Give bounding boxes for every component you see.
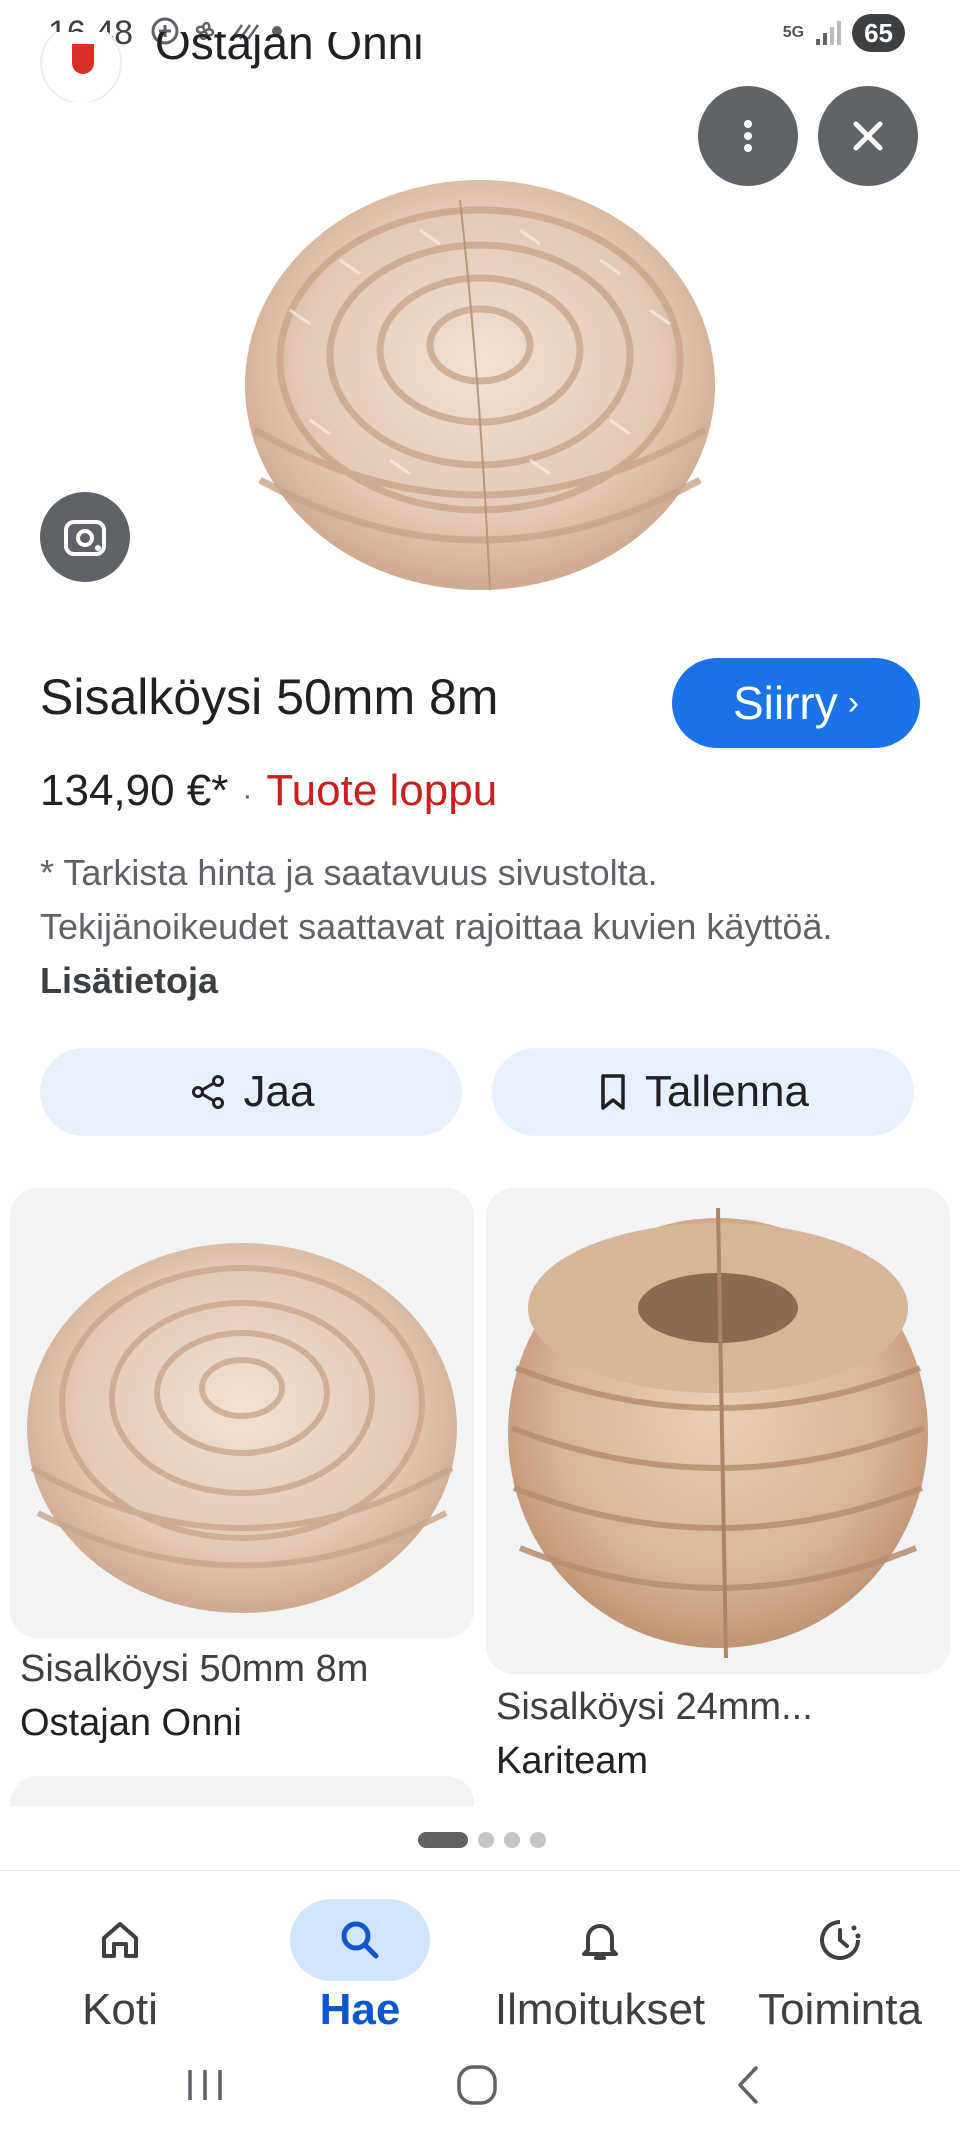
status-right: 5G 65 <box>783 14 905 52</box>
related-card[interactable]: Sisalköysi 24mm... Kariteam <box>486 1188 950 1788</box>
close-icon <box>853 121 883 151</box>
product-price: 134,90 €* <box>40 766 229 815</box>
search-icon <box>341 1921 379 1959</box>
share-icon <box>191 1075 224 1109</box>
activity-icon <box>820 1920 861 1960</box>
page-dot <box>530 1832 546 1848</box>
page-dot <box>504 1832 520 1848</box>
related-card-partial[interactable] <box>10 1776 474 1806</box>
pagination-indicator <box>418 1832 546 1848</box>
nav-item-activity[interactable]: Toiminta <box>720 1871 960 2041</box>
home-icon <box>102 1922 138 1958</box>
disclaimer-text: * Tarkista hinta ja saatavuus sivustolta… <box>40 846 900 1008</box>
bell-icon <box>582 1924 618 1960</box>
share-button[interactable]: Jaa <box>40 1048 462 1136</box>
more-info-link[interactable]: Lisätietoja <box>40 960 218 1001</box>
nav-item-notifications[interactable]: Ilmoitukset <box>480 1871 720 2041</box>
related-card-image <box>486 1188 950 1674</box>
product-title: Sisalköysi 50mm 8m <box>40 669 499 725</box>
signal-icon <box>816 21 842 45</box>
separator-dot: · <box>242 779 253 812</box>
battery-indicator: 65 <box>852 14 905 52</box>
source-logo <box>40 32 122 102</box>
lens-button[interactable] <box>40 492 130 582</box>
related-card-source: Kariteam <box>496 1740 649 1782</box>
nav-icon-container <box>290 1899 430 1981</box>
source-name: Ostajan Onni <box>155 32 424 69</box>
nav-item-home[interactable]: Koti <box>0 1871 240 2041</box>
recent-apps-icon[interactable] <box>180 2060 230 2110</box>
related-card-source: Ostajan Onni <box>20 1702 242 1744</box>
nav-item-search[interactable]: Hae <box>240 1871 480 2041</box>
bottom-navigation: Koti Hae Ilmoitukset Toiminta <box>0 1870 960 2040</box>
related-card-title: Sisalköysi 50mm 8m <box>20 1648 369 1690</box>
stock-status: Tuote loppu <box>266 766 498 815</box>
source-header[interactable]: Ostajan Onni <box>40 32 540 102</box>
nav-label-home: Koti <box>82 1985 158 2034</box>
back-icon[interactable] <box>724 2060 774 2110</box>
save-label: Tallenna <box>645 1067 809 1116</box>
visit-button[interactable]: Siirry › <box>672 658 920 748</box>
more-vert-icon <box>744 120 752 152</box>
page-dot-active <box>418 1832 468 1848</box>
disclaimer-body: * Tarkista hinta ja saatavuus sivustolta… <box>40 852 833 947</box>
google-lens-icon <box>64 520 106 556</box>
related-card[interactable]: Sisalköysi 50mm 8m Ostajan Onni <box>10 1188 474 1748</box>
related-card-image <box>10 1188 474 1638</box>
nav-label-activity: Toiminta <box>758 1985 922 2034</box>
visit-button-label: Siirry <box>732 677 838 729</box>
nav-label-search: Hae <box>319 1985 401 2034</box>
save-button[interactable]: Tallenna <box>492 1048 914 1136</box>
close-button[interactable] <box>818 86 918 186</box>
nav-icon-container <box>530 1899 670 1981</box>
bookmark-icon <box>601 1074 625 1110</box>
network-label: 5G <box>782 24 805 41</box>
share-label: Jaa <box>243 1067 315 1116</box>
nav-icon-container <box>770 1899 910 1981</box>
price-row: 134,90 €* · Tuote loppu <box>40 766 497 816</box>
system-navigation-bar <box>0 2040 960 2133</box>
nav-icon-container <box>50 1899 190 1981</box>
page-dot <box>478 1832 494 1848</box>
related-card-title: Sisalköysi 24mm... <box>496 1686 813 1728</box>
product-image[interactable] <box>230 160 730 600</box>
chevron-right-icon: › <box>847 683 860 722</box>
home-button-icon[interactable] <box>452 2060 502 2110</box>
nav-label-notifications: Ilmoitukset <box>494 1985 706 2034</box>
